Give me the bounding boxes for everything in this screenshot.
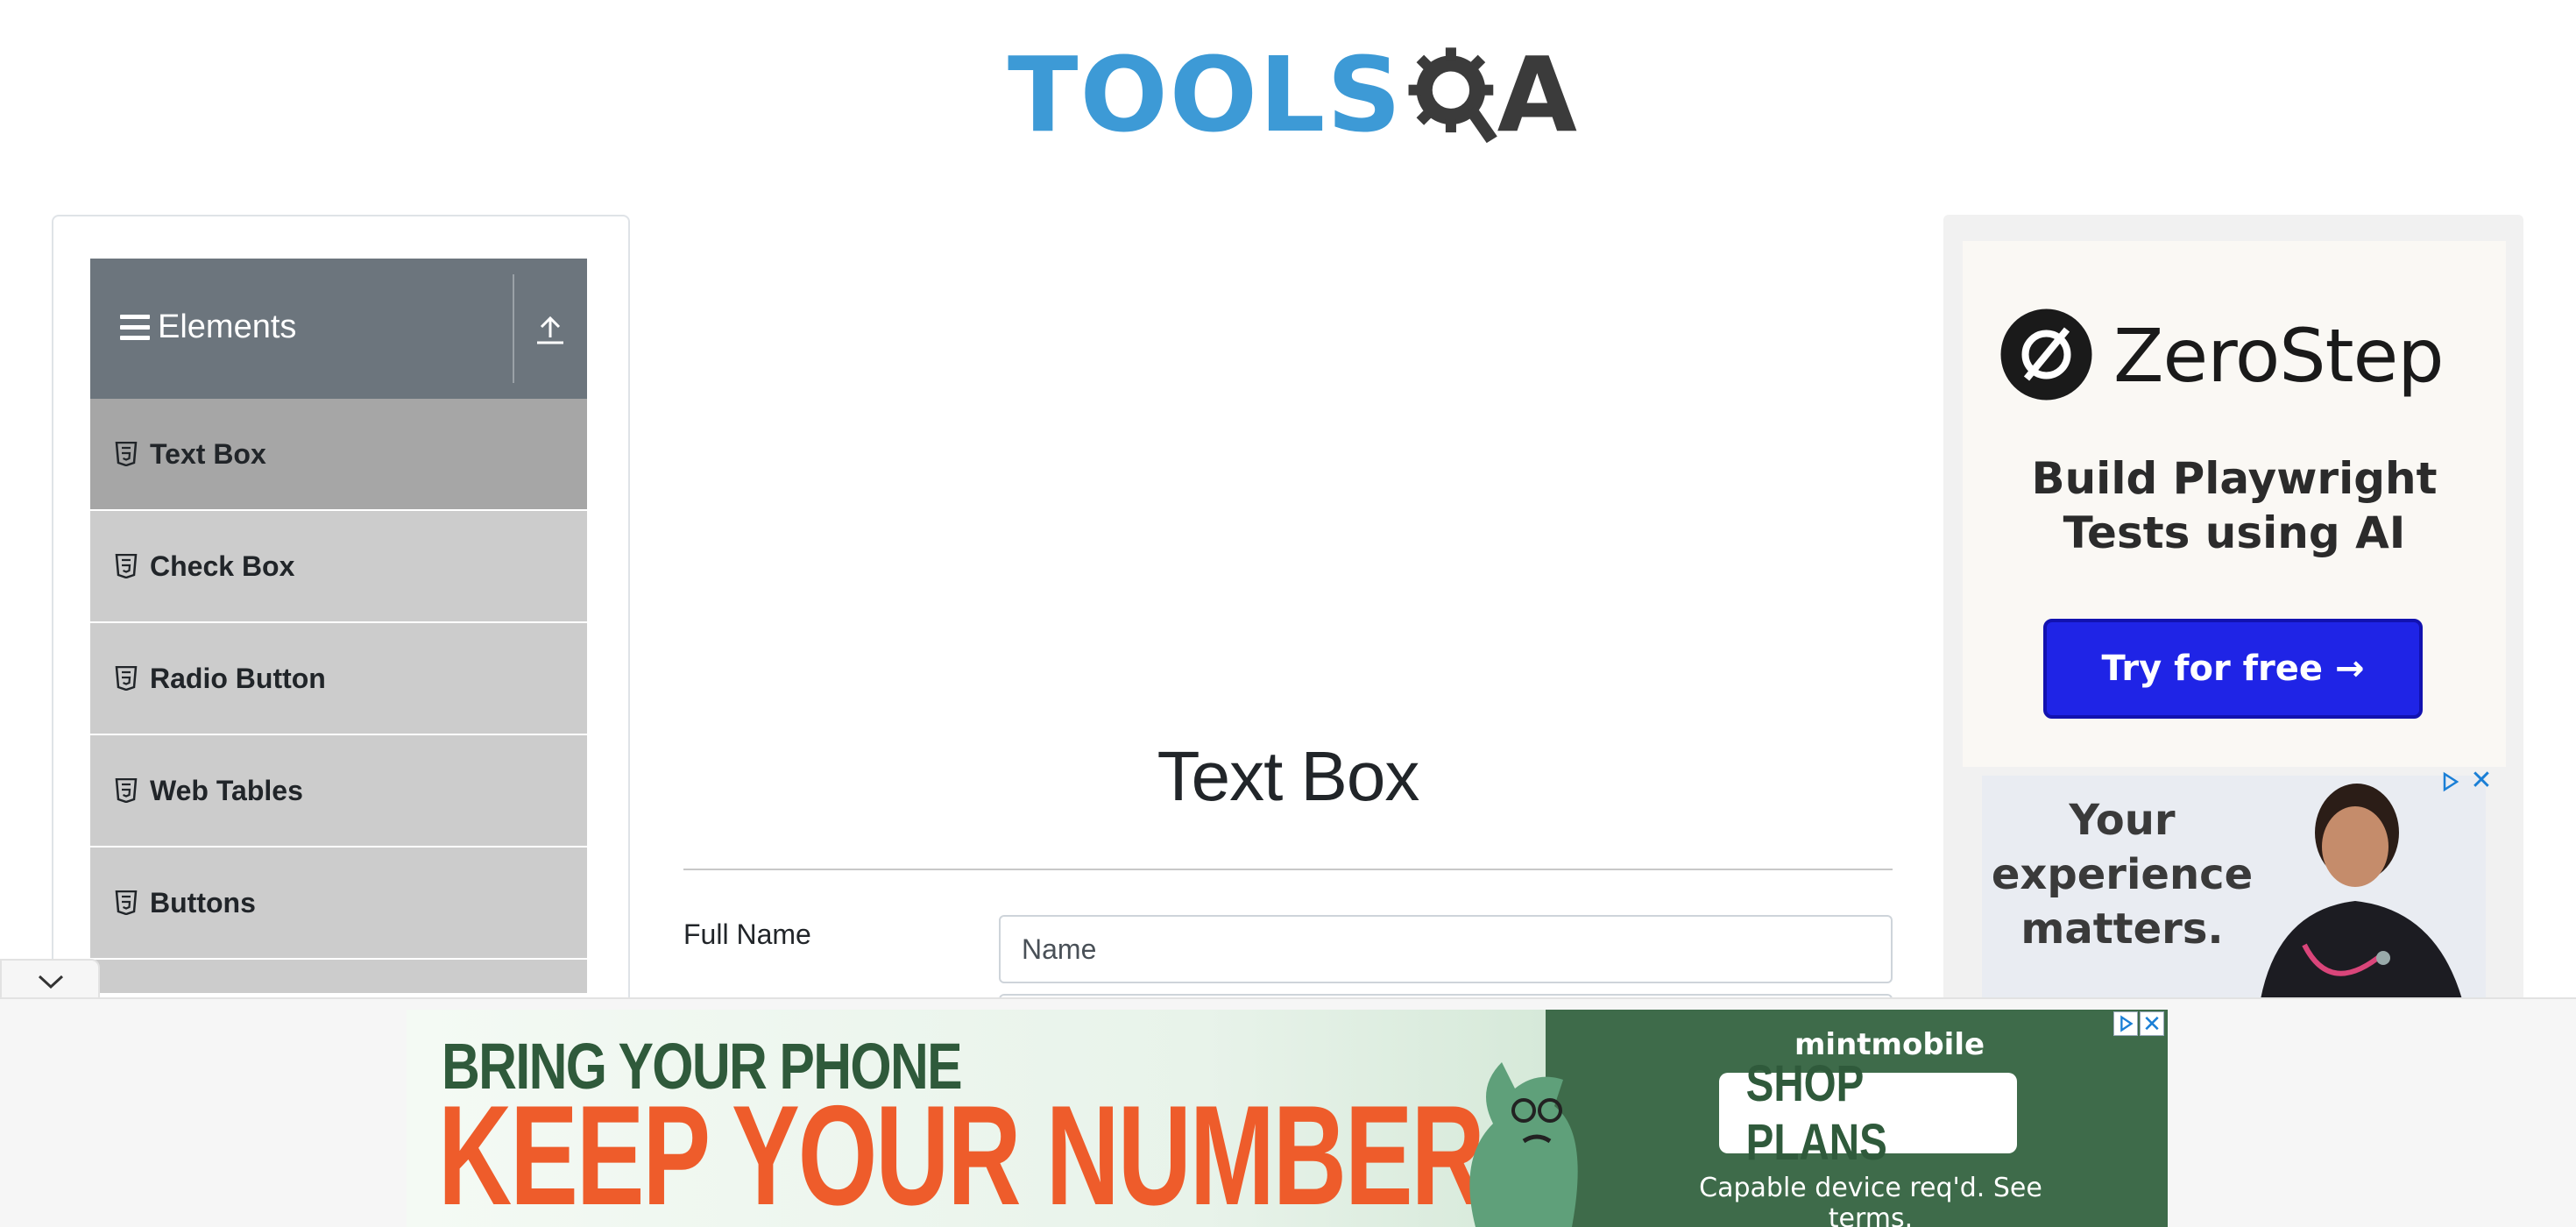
sidebar-group-header[interactable]: Elements [90,259,587,399]
full-name-label: Full Name [683,918,811,950]
sidebar-item-label: Check Box [150,550,295,582]
ad-choices-icon[interactable] [2113,1011,2138,1036]
sidebar-item-label: Text Box [150,437,266,470]
banner-terms: Capable device req'd. See terms. [1699,1173,2042,1227]
html5-icon [115,666,138,691]
logo-a-text: A [1497,34,1577,155]
sidebar-item-partial[interactable] [90,960,587,995]
html5-icon [115,442,138,466]
zerostep-logo-icon [2000,309,2092,401]
fox-mascot-icon [1469,1062,1578,1227]
sidebar-item-web-tables[interactable]: Web Tables [90,735,587,848]
sidebar-item-label: Buttons [150,886,256,918]
sidebar-item-radio-button[interactable]: Radio Button [90,623,587,735]
sidebar-item-label: Radio Button [150,662,326,694]
try-for-free-button[interactable]: Try for free → [2043,619,2423,719]
full-name-input[interactable] [999,915,1893,983]
toolsqa-logo[interactable]: TOOLS A [1008,25,1577,165]
group-header-divider [513,274,514,383]
sidebar-item-label: Web Tables [150,774,303,806]
upload-icon[interactable] [528,313,572,348]
logo-tools-text: TOOLS [1008,34,1404,155]
gear-magnifier-icon [1408,47,1498,144]
sidebar-item-text-box[interactable]: Text Box [90,399,587,511]
ad-choices-icon[interactable] [2438,770,2462,794]
mint-mobile-banner[interactable]: BRING YOUR PHONE KEEP YOUR NUMBER mintmo… [407,1010,2168,1227]
close-icon[interactable]: ✕ [2140,1011,2164,1036]
title-divider [683,869,1893,870]
zerostep-brand: ZeroStep [2113,313,2445,399]
html5-icon [115,778,138,803]
shop-plans-label: SHOP PLANS [1745,1055,1887,1171]
shop-plans-button[interactable]: SHOP PLANS [1719,1055,2017,1171]
sidebar-menu: Text Box Check Box Radio Button Web Tabl… [90,399,587,995]
html5-icon [115,890,138,915]
sidebar-item-buttons[interactable]: Buttons [90,848,587,960]
page-title: Text Box [1157,737,1420,815]
chevron-down-icon [38,975,64,989]
close-icon[interactable]: ✕ [2468,768,2495,794]
sidebar-item-check-box[interactable]: Check Box [90,511,587,623]
hamburger-icon [120,315,150,341]
zerostep-tagline: Build Playwright Tests using AI [2031,453,2438,558]
html5-icon [115,554,138,578]
bottom-bar-toggle[interactable] [0,959,100,999]
nurse-photo [2261,784,2462,999]
sidebar-group-title: Elements [158,309,297,345]
banner-line-2: KEEP YOUR NUMBER [438,1076,1485,1227]
